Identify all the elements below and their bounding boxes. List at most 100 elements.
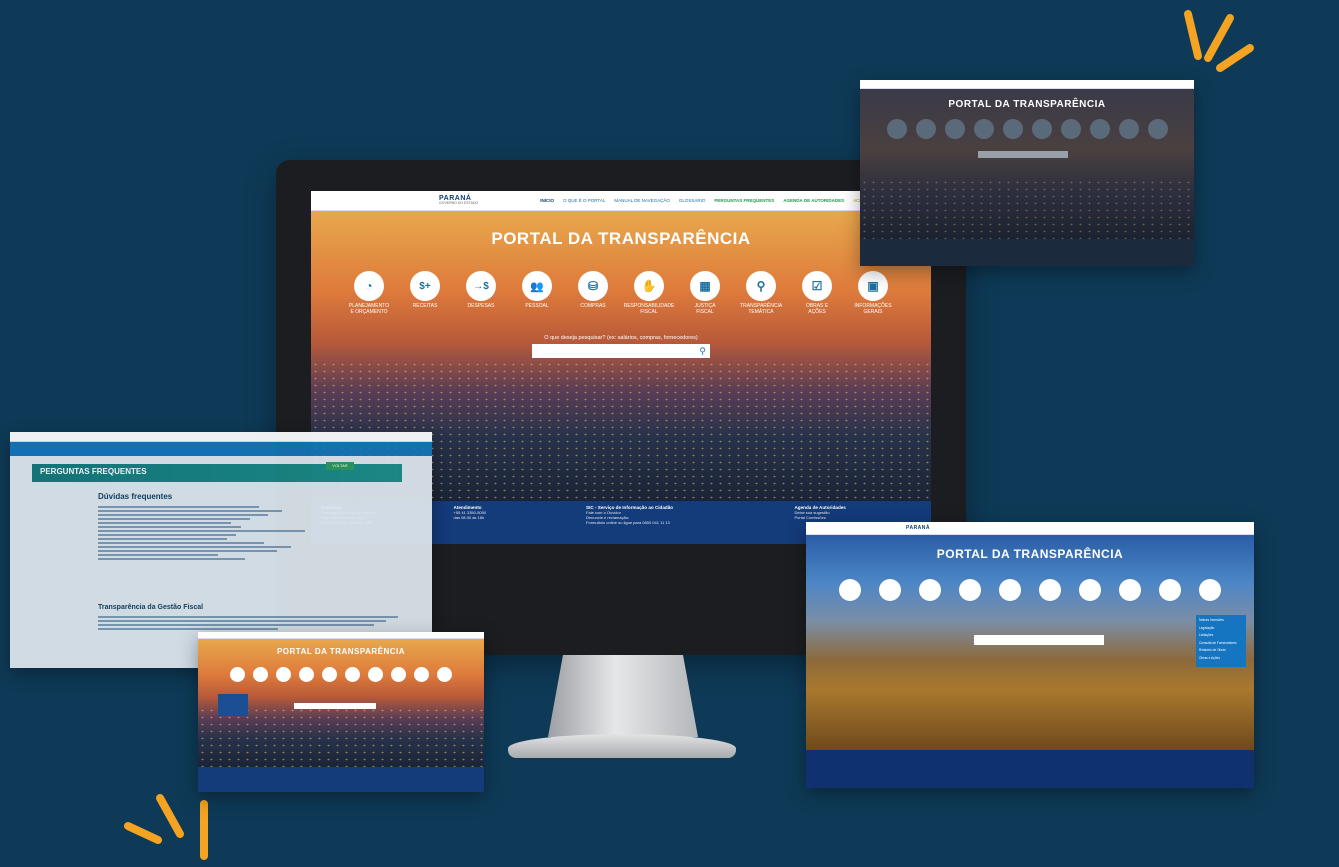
footer-atendimento: Atendimento +55 41 3350-5050 das 08:30 à…	[454, 505, 581, 540]
presentation-icon[interactable]	[437, 667, 452, 682]
faq-question[interactable]	[98, 522, 232, 524]
faq-question[interactable]	[98, 542, 264, 544]
chart-pie-icon[interactable]	[230, 667, 245, 682]
search-area: O que deseja pesquisar? (ex: salários, c…	[311, 335, 931, 358]
faq-question[interactable]	[98, 554, 218, 556]
category-label: PESSOAL	[525, 303, 549, 309]
handshake-icon: ✋	[634, 271, 664, 301]
people-icon[interactable]	[959, 579, 981, 601]
faq-question[interactable]	[98, 538, 227, 540]
card-title: PORTAL DA TRANSPARÊNCIA	[948, 99, 1106, 110]
footer-link[interactable]: Portal Comissões	[794, 515, 921, 520]
nav-agenda[interactable]: AGENDA DE AUTORIDADES	[783, 198, 844, 203]
faq-question[interactable]	[98, 530, 305, 532]
faq-question[interactable]	[98, 510, 282, 512]
faq-question[interactable]	[98, 558, 246, 560]
faq-question[interactable]	[98, 534, 236, 536]
building-icon[interactable]	[368, 667, 383, 682]
faq-question[interactable]	[98, 518, 250, 520]
chart-pie-icon[interactable]	[886, 119, 907, 139]
category-informacoes[interactable]: ▣ INFORMAÇÕES GERAIS	[854, 271, 892, 316]
magnify-chart-icon[interactable]	[391, 667, 406, 682]
search-icon[interactable]: ⚲	[699, 346, 706, 357]
nav-perguntas[interactable]: PERGUNTAS FREQUENTES	[714, 198, 774, 203]
document-check-icon[interactable]	[1118, 119, 1139, 139]
dropdown-menu[interactable]	[218, 694, 248, 716]
building-icon[interactable]	[1079, 579, 1101, 601]
category-compras[interactable]: ⛁ COMPRAS	[574, 271, 612, 316]
faq-question[interactable]	[98, 514, 269, 516]
handshake-icon[interactable]	[1031, 119, 1052, 139]
faq-question[interactable]	[98, 550, 278, 552]
coins-icon[interactable]	[1002, 119, 1023, 139]
handshake-icon[interactable]	[1039, 579, 1061, 601]
card-hero: PORTAL DA TRANSPARÊNCIA	[198, 639, 484, 767]
coins-icon[interactable]	[999, 579, 1021, 601]
search-input[interactable]: ⚲	[532, 344, 710, 358]
dropdown-item[interactable]: Obras e Ações	[1199, 655, 1243, 663]
card-topbar: PARANÁ	[806, 522, 1254, 535]
revenue-icon[interactable]	[915, 119, 936, 139]
card-search-input[interactable]	[974, 635, 1104, 645]
presentation-icon[interactable]	[1199, 579, 1221, 601]
faq-question[interactable]	[98, 506, 259, 508]
parana-logo[interactable]: PARANÁ GOVERNO DO ESTADO	[439, 195, 478, 206]
footer-line: das 08:30 às 18h	[453, 515, 485, 520]
faq-question[interactable]	[98, 526, 241, 528]
expense-icon[interactable]	[944, 119, 965, 139]
category-label: INFORMAÇÕES GERAIS	[854, 303, 892, 315]
nav-inicio[interactable]: INÍCIO	[540, 198, 554, 203]
category-receitas[interactable]: $+ RECEITAS	[406, 271, 444, 316]
presentation-icon[interactable]	[1147, 119, 1168, 139]
category-responsabilidade[interactable]: ✋ RESPONSABILIDADE FISCAL	[624, 271, 674, 316]
nav-manual[interactable]: MANUAL DE NAVEGAÇÃO	[614, 198, 670, 203]
parana-logo[interactable]: PARANÁ	[906, 525, 930, 531]
expense-icon[interactable]	[276, 667, 291, 682]
people-icon[interactable]	[973, 119, 994, 139]
dropdown-item[interactable]: Índices Inversões	[1199, 617, 1243, 625]
category-label: TRANSPARÊNCIA TEMÁTICA	[740, 303, 783, 315]
category-justica[interactable]: ▦ JUSTIÇA FISCAL	[686, 271, 724, 316]
dropdown-item[interactable]: Licitações	[1199, 632, 1243, 640]
coins-icon[interactable]	[322, 667, 337, 682]
revenue-icon[interactable]	[879, 579, 901, 601]
card-search-input[interactable]	[978, 151, 1068, 158]
dropdown-item[interactable]: Legislação	[1199, 625, 1243, 633]
category-label: RECEITAS	[412, 303, 438, 309]
people-icon: 👥	[522, 271, 552, 301]
card-hero: PORTAL DA TRANSPARÊNCIA	[860, 89, 1194, 239]
dropdown-item[interactable]: Relatório de Obras	[1199, 647, 1243, 655]
building-icon[interactable]	[1060, 119, 1081, 139]
card-topbar	[198, 632, 484, 639]
presentation-icon: ▣	[858, 271, 888, 301]
screenshot-card-small: PORTAL DA TRANSPARÊNCIA	[198, 632, 484, 792]
magnify-chart-icon[interactable]	[1119, 579, 1141, 601]
voltar-button[interactable]: VOLTAR	[326, 462, 354, 470]
magnify-chart-icon[interactable]	[1089, 119, 1110, 139]
nav-glossario[interactable]: GLOSSÁRIO	[679, 198, 706, 203]
category-label: JUSTIÇA FISCAL	[694, 303, 716, 315]
category-planejamento[interactable]: ◔ PLANEJAMENTO E ORÇAMENTO	[349, 271, 389, 316]
card-icon-row	[860, 119, 1194, 139]
category-pessoal[interactable]: 👥 PESSOAL	[518, 271, 556, 316]
document-check-icon[interactable]	[414, 667, 429, 682]
people-icon[interactable]	[299, 667, 314, 682]
category-obras[interactable]: ☑ OBRAS E AÇÕES	[798, 271, 836, 316]
category-icon-row: ◔ PLANEJAMENTO E ORÇAMENTO $+ RECEITAS →…	[311, 271, 931, 316]
category-label: RESPONSABILIDADE FISCAL	[623, 303, 675, 315]
category-despesas[interactable]: →$ DESPESAS	[462, 271, 500, 316]
chart-pie-icon[interactable]	[839, 579, 861, 601]
card-search-input[interactable]	[294, 703, 376, 709]
dropdown-item[interactable]: Consulta de Fornecedores	[1199, 640, 1243, 648]
document-check-icon[interactable]	[1159, 579, 1181, 601]
category-tematica[interactable]: ⚲ TRANSPARÊNCIA TEMÁTICA	[740, 271, 783, 316]
revenue-icon[interactable]	[253, 667, 268, 682]
expense-icon[interactable]	[919, 579, 941, 601]
monitor-stand-base	[508, 734, 736, 758]
footer-link[interactable]: Formulário online ou ligue para 0800 041…	[586, 520, 788, 525]
faq-question[interactable]	[98, 546, 292, 548]
nav-o-que-e[interactable]: O QUE É O PORTAL	[563, 198, 605, 203]
accent-strokes-bottom-left	[124, 794, 208, 860]
handshake-icon[interactable]	[345, 667, 360, 682]
card-footer	[806, 750, 1254, 788]
